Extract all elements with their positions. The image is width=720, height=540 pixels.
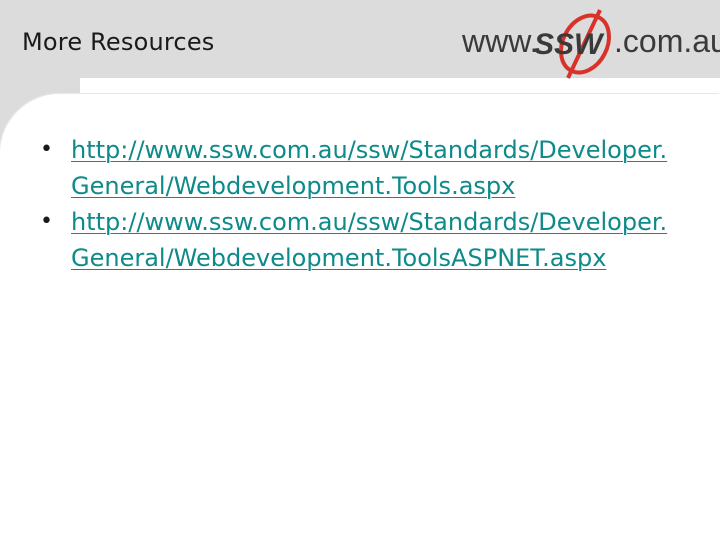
list-item: • http://www.ssw.com.au/ssw/Standards/De… [40, 132, 690, 204]
logo-brand: SSW [534, 28, 605, 61]
list-item: • http://www.ssw.com.au/ssw/Standards/De… [40, 204, 690, 276]
logo-suffix: .com.au [614, 23, 720, 59]
bullet-icon: • [40, 137, 53, 162]
slide-title: More Resources [22, 28, 215, 56]
resource-link-1[interactable]: http://www.ssw.com.au/ssw/Standards/Deve… [71, 132, 681, 204]
logo-prefix: www. [461, 23, 538, 59]
resource-link-2[interactable]: http://www.ssw.com.au/ssw/Standards/Deve… [71, 204, 681, 276]
resource-list: • http://www.ssw.com.au/ssw/Standards/De… [40, 132, 690, 276]
bullet-icon: • [40, 209, 53, 234]
ssw-logo: www. SSW .com.au [461, 9, 720, 79]
